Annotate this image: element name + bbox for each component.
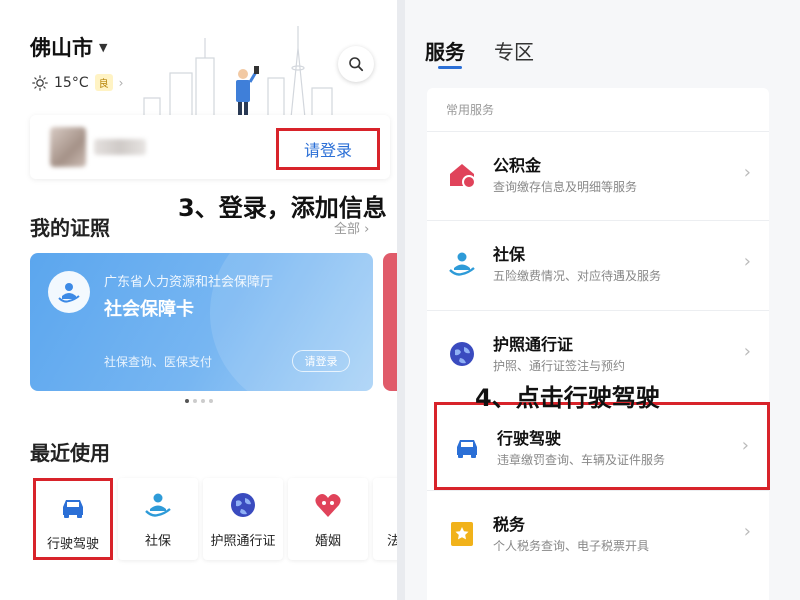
service-description: 护照、通行证签注与预约 bbox=[493, 359, 626, 373]
recent-item-passport[interactable]: 护照通行证 bbox=[203, 478, 283, 560]
service-name: 税务 bbox=[493, 515, 526, 534]
login-button[interactable]: 请登录 bbox=[276, 128, 380, 170]
search-icon bbox=[349, 57, 364, 72]
social-security-icon bbox=[145, 493, 171, 517]
temperature: 15°C bbox=[54, 74, 89, 91]
person-illustration bbox=[236, 66, 259, 120]
city-name: 佛山市 bbox=[30, 36, 93, 60]
chevron-right-icon: › bbox=[741, 435, 749, 456]
service-item-housing-fund[interactable]: 公积金 查询缴存信息及明细等服务 › bbox=[427, 131, 769, 219]
carousel-indicator bbox=[185, 399, 213, 403]
recent-item-label: 行驶驾驶 bbox=[46, 537, 99, 552]
service-name: 公积金 bbox=[493, 156, 542, 175]
panel-divider bbox=[397, 0, 405, 600]
step4-annotation: 4、点击行驶驾驶 bbox=[475, 384, 660, 412]
air-quality-badge: 良 bbox=[94, 74, 113, 91]
sun-icon bbox=[32, 74, 48, 91]
step3-annotation: 3、登录，添加信息 bbox=[178, 194, 387, 222]
active-tab-indicator bbox=[438, 66, 462, 69]
service-description: 个人税务查询、电子税票开具 bbox=[493, 539, 650, 553]
city-skyline-illustration bbox=[143, 26, 333, 128]
social-security-card[interactable]: 广东省人力资源和社会保障厅 社会保障卡 社保查询、医保支付 请登录 bbox=[30, 253, 373, 391]
car-icon bbox=[457, 440, 477, 458]
service-description: 五险缴费情况、对应待遇及服务 bbox=[493, 269, 662, 283]
recent-title: 最近使用 bbox=[30, 441, 110, 465]
chevron-right-icon: › bbox=[743, 341, 751, 362]
service-description: 查询缴存信息及明细等服务 bbox=[493, 180, 638, 194]
card-login-button[interactable]: 请登录 bbox=[292, 350, 350, 372]
username-blurred bbox=[94, 139, 146, 155]
recent-item-label: 法 bbox=[387, 534, 397, 549]
service-name: 社保 bbox=[493, 245, 526, 264]
avatar bbox=[50, 127, 86, 167]
passport-icon bbox=[450, 342, 474, 366]
recent-item-label: 社保 bbox=[144, 534, 171, 549]
social-security-card-icon bbox=[48, 271, 90, 313]
recent-item-law[interactable]: 法 bbox=[373, 478, 397, 560]
passport-icon bbox=[231, 493, 255, 517]
tab-zone[interactable]: 专区 bbox=[494, 36, 534, 65]
chevron-right-icon: › bbox=[743, 162, 751, 183]
service-name: 护照通行证 bbox=[493, 335, 574, 354]
person-hand-icon bbox=[58, 283, 80, 303]
recent-item-label: 护照通行证 bbox=[210, 534, 276, 549]
view-all-label: 全部 bbox=[334, 222, 361, 237]
recent-item-social-security[interactable]: 社保 bbox=[118, 478, 198, 560]
chevron-right-icon: › bbox=[743, 251, 751, 272]
service-name: 行驶驾驶 bbox=[497, 429, 562, 448]
service-item-tax[interactable]: 税务 个人税务查询、电子税票开具 › bbox=[427, 490, 769, 578]
next-card-peek[interactable] bbox=[383, 253, 397, 391]
card-description: 社保查询、医保支付 bbox=[104, 355, 213, 369]
car-icon bbox=[63, 500, 83, 518]
service-item-social-security[interactable]: 社保 五险缴费情况、对应待遇及服务 › bbox=[427, 220, 769, 308]
weather-widget[interactable]: 15°C 良 › bbox=[32, 74, 123, 91]
home-screen: 佛山市 ▼ 15°C 良 › 请登录 我的证照 全部 › 广东省人力资源和社会保… bbox=[0, 0, 397, 600]
housing-fund-icon bbox=[450, 164, 476, 189]
my-certificates-title: 我的证照 bbox=[30, 216, 110, 240]
service-section-header: 常用服务 bbox=[446, 103, 495, 117]
chevron-right-icon: › bbox=[118, 75, 124, 90]
marriage-icon bbox=[315, 494, 341, 517]
search-button[interactable] bbox=[338, 46, 374, 82]
social-security-icon bbox=[449, 252, 475, 276]
tax-icon bbox=[451, 522, 473, 546]
card-name: 社会保障卡 bbox=[104, 299, 194, 320]
chevron-right-icon: › bbox=[743, 521, 751, 542]
service-item-driving[interactable]: 行驶驾驶 违章缴罚查询、车辆及证件服务 › bbox=[434, 402, 770, 490]
recent-item-marriage[interactable]: 婚姻 bbox=[288, 478, 368, 560]
card-issuer: 广东省人力资源和社会保障厅 bbox=[104, 275, 274, 290]
tab-services[interactable]: 服务 bbox=[425, 36, 465, 65]
caret-down-icon: ▼ bbox=[99, 40, 108, 54]
recent-item-label: 婚姻 bbox=[314, 534, 341, 549]
recent-item-driving[interactable]: 行驶驾驶 bbox=[33, 478, 113, 560]
city-selector[interactable]: 佛山市 ▼ bbox=[30, 32, 107, 62]
service-description: 违章缴罚查询、车辆及证件服务 bbox=[497, 453, 666, 467]
